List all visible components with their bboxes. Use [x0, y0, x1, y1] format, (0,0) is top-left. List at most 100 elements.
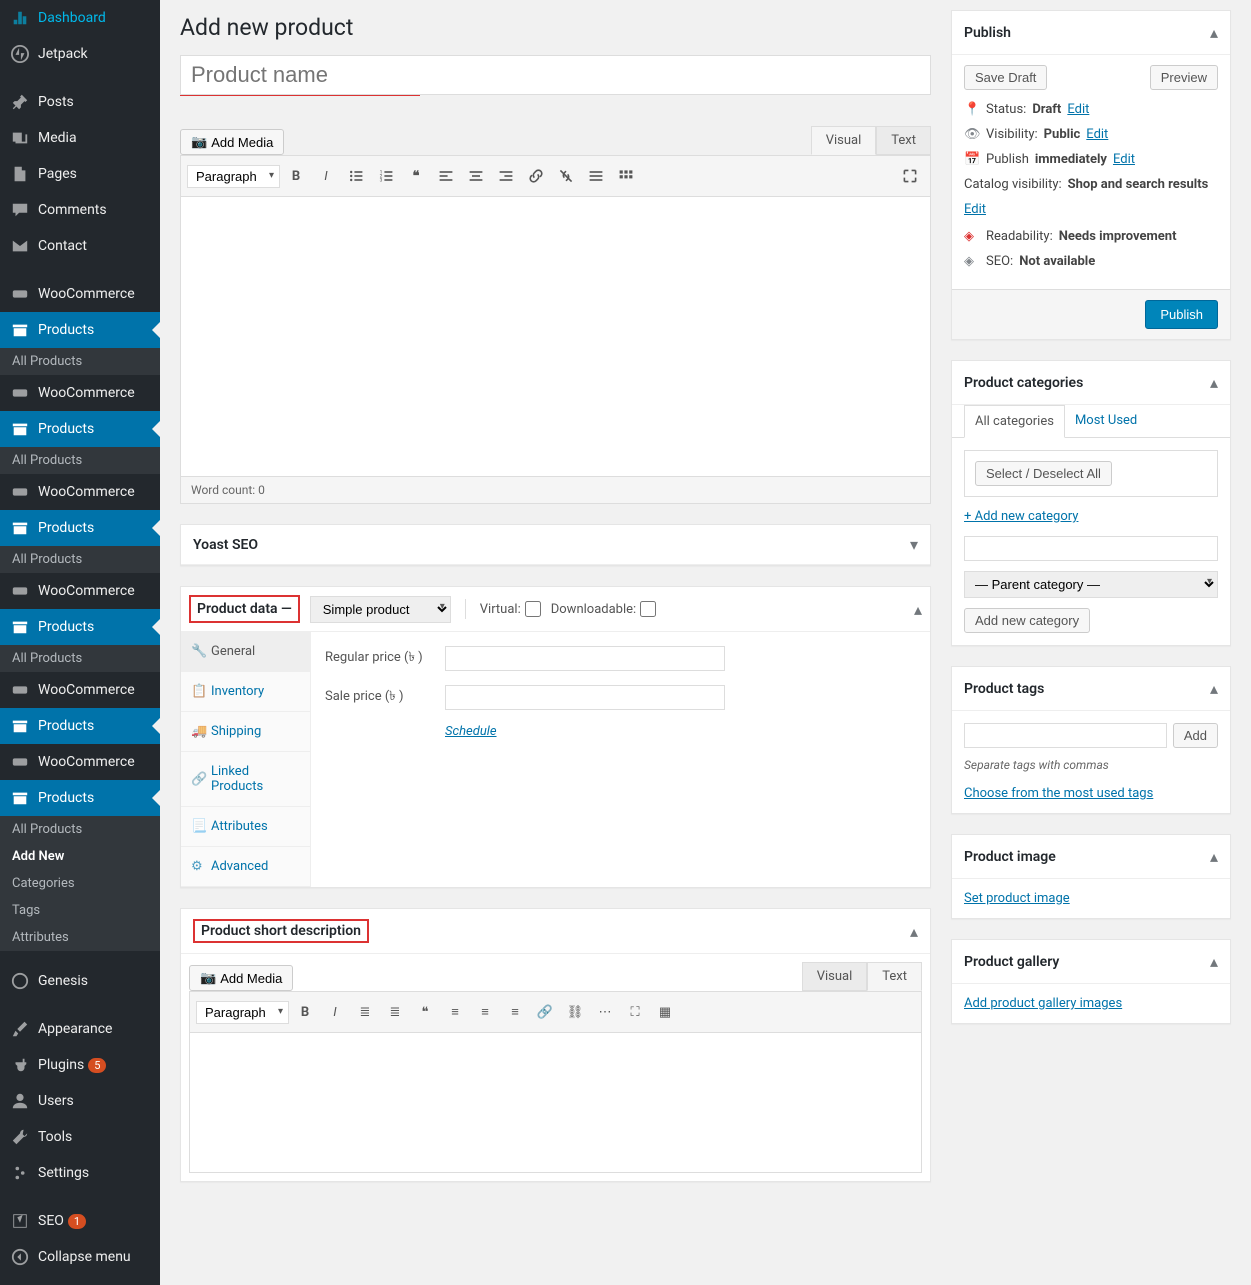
bold-icon[interactable]: B [282, 162, 310, 190]
add-gallery-images-link[interactable]: Add product gallery images [964, 996, 1122, 1011]
tab-linked[interactable]: 🔗Linked Products [181, 752, 310, 807]
sidebar-products-1[interactable]: Products [0, 312, 160, 348]
ul-icon[interactable]: ≣ [351, 998, 379, 1026]
preview-button[interactable]: Preview [1150, 65, 1218, 90]
regular-price-input[interactable] [445, 646, 725, 671]
sidebar-media[interactable]: Media [0, 120, 160, 156]
sidebar-woocommerce-1[interactable]: WooCommerce [0, 276, 160, 312]
sidebar-seo[interactable]: SEO1 [0, 1203, 160, 1239]
product-type-select[interactable]: Simple product [310, 596, 451, 623]
choose-tags-link[interactable]: Choose from the most used tags [964, 786, 1218, 801]
add-media-button-2[interactable]: 📷Add Media [189, 965, 293, 991]
chevron-up-icon[interactable]: ▴ [914, 600, 922, 619]
sidebar-woocommerce-5[interactable]: WooCommerce [0, 672, 160, 708]
tags-header[interactable]: Product tags▴ [952, 667, 1230, 711]
link-icon[interactable] [522, 162, 550, 190]
align-right-icon[interactable]: ≡ [501, 998, 529, 1026]
add-media-button[interactable]: 📷Add Media [180, 129, 284, 155]
sidebar-woocommerce-3[interactable]: WooCommerce [0, 474, 160, 510]
sub-all-products-3[interactable]: All Products [0, 546, 160, 573]
fullscreen-icon[interactable] [896, 162, 924, 190]
italic-icon[interactable]: I [312, 162, 340, 190]
tab-inventory[interactable]: 📋Inventory [181, 672, 310, 712]
sidebar-woocommerce-6[interactable]: WooCommerce [0, 744, 160, 780]
visual-tab[interactable]: Visual [811, 126, 877, 155]
sub-all-products-6[interactable]: All Products [0, 816, 160, 843]
format-select-2[interactable]: Paragraph [196, 1001, 289, 1024]
cat-tab-most-used[interactable]: Most Used [1065, 405, 1147, 437]
unlink-icon[interactable] [552, 162, 580, 190]
sidebar-pages[interactable]: Pages [0, 156, 160, 192]
add-new-category-toggle[interactable]: + Add new category [964, 509, 1218, 524]
fullscreen-icon[interactable]: ⛶ [621, 998, 649, 1026]
sub-tags[interactable]: Tags [0, 897, 160, 924]
add-category-button[interactable]: Add new category [964, 608, 1090, 633]
edit-status-link[interactable]: Edit [1067, 102, 1089, 117]
quote-icon[interactable]: ❝ [402, 162, 430, 190]
sub-add-new[interactable]: Add New [0, 843, 160, 870]
categories-header[interactable]: Product categories▴ [952, 361, 1230, 405]
align-center-icon[interactable] [462, 162, 490, 190]
tab-general[interactable]: 🔧General [181, 632, 310, 672]
sidebar-users[interactable]: Users [0, 1083, 160, 1119]
format-select[interactable]: Paragraph [187, 165, 280, 188]
align-left-icon[interactable] [432, 162, 460, 190]
sidebar-products-6[interactable]: Products [0, 780, 160, 816]
text-tab[interactable]: Text [876, 126, 931, 155]
sidebar-products-4[interactable]: Products [0, 609, 160, 645]
new-category-input[interactable] [964, 536, 1218, 561]
more-icon[interactable] [582, 162, 610, 190]
edit-catalog-link[interactable]: Edit [964, 202, 986, 217]
sidebar-products-3[interactable]: Products [0, 510, 160, 546]
publish-header[interactable]: Publish▴ [952, 11, 1230, 55]
sidebar-contact[interactable]: Contact [0, 228, 160, 264]
product-image-header[interactable]: Product image▴ [952, 835, 1230, 879]
add-tag-button[interactable]: Add [1173, 723, 1218, 748]
tags-input[interactable] [964, 723, 1167, 748]
sub-all-products-1[interactable]: All Products [0, 348, 160, 375]
parent-category-select[interactable]: — Parent category — [964, 571, 1218, 598]
sidebar-genesis[interactable]: Genesis [0, 963, 160, 999]
sidebar-settings[interactable]: Settings [0, 1155, 160, 1191]
sale-price-input[interactable] [445, 685, 725, 710]
sidebar-comments[interactable]: Comments [0, 192, 160, 228]
more-icon[interactable]: ⋯ [591, 998, 619, 1026]
virtual-option[interactable]: Virtual: [480, 601, 541, 617]
align-left-icon[interactable]: ≡ [441, 998, 469, 1026]
sub-all-products-2[interactable]: All Products [0, 447, 160, 474]
tab-advanced[interactable]: ⚙Advanced [181, 847, 310, 887]
link-icon[interactable]: 🔗 [531, 998, 559, 1026]
sidebar-appearance[interactable]: Appearance [0, 1011, 160, 1047]
bold-icon[interactable]: B [291, 998, 319, 1026]
sidebar-products-5[interactable]: Products [0, 708, 160, 744]
set-product-image-link[interactable]: Set product image [964, 891, 1070, 906]
short-desc-header[interactable]: Product short description ▴ [181, 909, 930, 954]
schedule-link[interactable]: Schedule [445, 724, 497, 739]
unlink-icon[interactable]: ⛓ [561, 998, 589, 1026]
cat-tab-all[interactable]: All categories [964, 405, 1065, 438]
ol-icon[interactable]: ≣ [381, 998, 409, 1026]
sub-attributes[interactable]: Attributes [0, 924, 160, 951]
edit-visibility-link[interactable]: Edit [1086, 127, 1108, 142]
sidebar-posts[interactable]: Posts [0, 84, 160, 120]
select-deselect-button[interactable]: Select / Deselect All [975, 461, 1112, 486]
tab-shipping[interactable]: 🚚Shipping [181, 712, 310, 752]
toolbar-toggle-icon[interactable]: ▦ [651, 998, 679, 1026]
sidebar-plugins[interactable]: Plugins5 [0, 1047, 160, 1083]
edit-date-link[interactable]: Edit [1113, 152, 1135, 167]
editor-content[interactable] [180, 197, 931, 477]
short-desc-content[interactable] [189, 1033, 922, 1173]
sidebar-products-2[interactable]: Products [0, 411, 160, 447]
virtual-checkbox[interactable] [525, 601, 541, 617]
align-right-icon[interactable] [492, 162, 520, 190]
toolbar-toggle-icon[interactable] [612, 162, 640, 190]
publish-button[interactable]: Publish [1145, 300, 1218, 329]
downloadable-checkbox[interactable] [640, 601, 656, 617]
sidebar-woocommerce-2[interactable]: WooCommerce [0, 375, 160, 411]
ul-icon[interactable] [342, 162, 370, 190]
tab-attributes[interactable]: 📃Attributes [181, 807, 310, 847]
save-draft-button[interactable]: Save Draft [964, 65, 1047, 90]
visual-tab-2[interactable]: Visual [802, 962, 868, 991]
sidebar-woocommerce-4[interactable]: WooCommerce [0, 573, 160, 609]
sidebar-dashboard[interactable]: Dashboard [0, 0, 160, 36]
